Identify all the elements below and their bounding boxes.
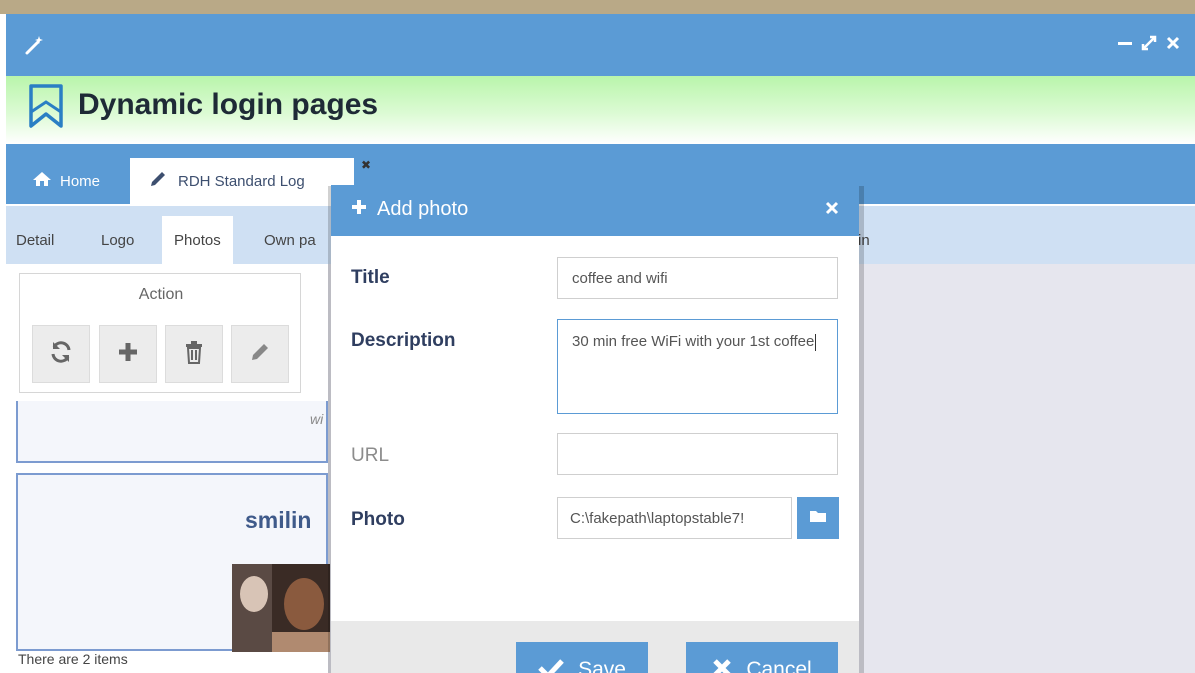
maximize-icon[interactable] [1141, 34, 1157, 57]
home-icon [32, 171, 52, 191]
dialog-title-text: Add photo [377, 198, 469, 220]
description-field[interactable]: 30 min free WiFi with your 1st coffee [557, 319, 838, 414]
dialog-title: Add photo [351, 198, 468, 221]
items-count: There are 2 items [18, 651, 128, 667]
refresh-button[interactable] [32, 325, 90, 383]
refresh-icon [49, 340, 73, 369]
close-icon[interactable] [1165, 34, 1181, 57]
checkmark-icon [538, 658, 564, 673]
window-top-border [0, 0, 1195, 14]
bookmark-icon [26, 82, 66, 135]
dialog-header: Add photo [331, 185, 859, 236]
app-window: Dynamic login pages Home RDH Standard Lo… [6, 14, 1195, 673]
plus-icon [351, 198, 367, 221]
tab-rdh-standard-login[interactable]: RDH Standard Log [130, 158, 354, 204]
dialog-close-icon[interactable] [825, 198, 839, 221]
page-title: Dynamic login pages [78, 88, 379, 121]
save-label: Save [578, 658, 626, 673]
action-group: Action [19, 273, 301, 393]
delete-button[interactable] [165, 325, 223, 383]
list-item[interactable]: wi [16, 401, 328, 463]
subtab-own-pages[interactable]: Own pa [264, 232, 316, 249]
photo-thumbnail [232, 564, 330, 652]
list-item-title: smilin [245, 507, 312, 533]
minimize-icon[interactable] [1117, 34, 1133, 57]
photo-list-panel: Action wi smilin There are 2 items [6, 264, 330, 673]
page-header: Dynamic login pages [6, 76, 1195, 144]
plus-icon [117, 341, 139, 368]
cancel-button[interactable]: Cancel [686, 642, 838, 673]
trash-icon [183, 340, 205, 369]
save-button[interactable]: Save [516, 642, 648, 673]
url-field[interactable] [557, 433, 838, 475]
close-icon [712, 658, 732, 673]
tab-close-icon[interactable]: ✖ [361, 158, 371, 172]
tab-document-label: RDH Standard Log [178, 172, 305, 190]
subtab-logo[interactable]: Logo [101, 232, 134, 249]
window-controls [1117, 34, 1181, 57]
list-item-text: wi [310, 411, 324, 427]
cancel-label: Cancel [746, 658, 812, 673]
photo-path-field[interactable]: C:\fakepath\laptopstable7! [557, 497, 792, 539]
title-field[interactable]: coffee and wifi [557, 257, 838, 299]
description-text: 30 min free WiFi with your 1st coffee [572, 333, 815, 350]
edit-button[interactable] [231, 325, 289, 383]
tab-home[interactable]: Home [32, 171, 100, 191]
pencil-icon [148, 169, 168, 193]
photo-label: Photo [351, 509, 405, 530]
subtab-photos[interactable]: Photos [162, 216, 233, 264]
tab-home-label: Home [60, 172, 101, 190]
title-bar [6, 14, 1195, 76]
list-item[interactable]: smilin [16, 473, 330, 652]
description-label: Description [351, 330, 456, 351]
title-label: Title [351, 267, 390, 288]
magic-wand-icon [24, 34, 46, 62]
pencil-icon [249, 341, 271, 368]
subtab-detail[interactable]: Detail [16, 232, 54, 249]
browse-button[interactable] [797, 497, 839, 539]
add-photo-dialog: Add photo Title coffee and wifi Descript… [331, 185, 859, 673]
url-label: URL [351, 445, 390, 466]
folder-icon [809, 509, 827, 528]
action-label: Action [138, 286, 184, 303]
add-button[interactable] [99, 325, 157, 383]
text-cursor [815, 333, 817, 351]
